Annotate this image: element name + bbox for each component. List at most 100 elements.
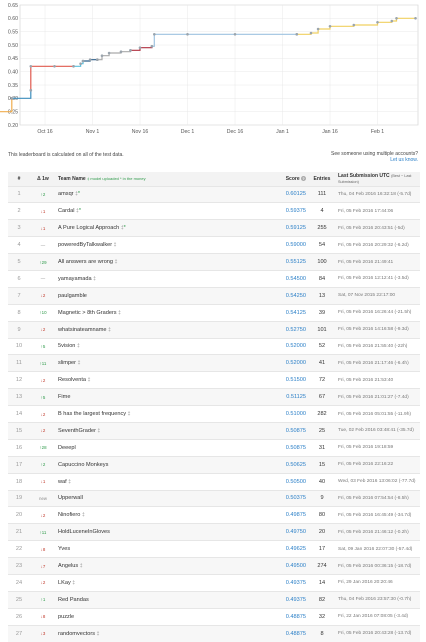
- entries-cell: 255: [308, 219, 336, 237]
- team-name-link[interactable]: paulgamble: [58, 293, 87, 299]
- team-name-link[interactable]: Resolventa: [58, 377, 86, 383]
- rank-change-cell: ↓1: [30, 202, 56, 220]
- submission-point: [186, 33, 189, 36]
- model-uploaded-mark: ‡: [93, 275, 96, 282]
- table-row: 15 ↓2 SeventhGrader ‡ 0.50875 25 Tue, 02 Feb …: [8, 421, 420, 440]
- rank-change-cell: ↓2: [30, 421, 56, 440]
- team-name-link[interactable]: LKay: [58, 580, 71, 586]
- team-name-link[interactable]: randomvectors: [58, 631, 95, 637]
- rank-change-cell: ↑28: [30, 438, 56, 457]
- rank-cell: 18: [8, 472, 30, 491]
- entries-cell: 72: [308, 371, 336, 389]
- table-row: 12 ↓2 Resolventa ‡ 0.51500 72 Fri, 05 Feb 201…: [8, 371, 420, 389]
- rank-change-cell: ↓2: [30, 286, 56, 305]
- rank-cell: 7: [8, 286, 30, 305]
- team-name-link[interactable]: slimper: [58, 360, 76, 366]
- team-name-link[interactable]: HoldLuceneInGloves: [58, 529, 110, 535]
- score-cell: 0.50875: [260, 421, 308, 440]
- rank-change-cell: ↓2: [30, 506, 56, 524]
- team-name-link[interactable]: Yves: [58, 546, 70, 552]
- team-cell: All answers are wrong ‡: [56, 253, 260, 271]
- rank-change-cell: ↑1: [30, 590, 56, 609]
- leaderboard-table: # Δ 1w Team Name ‡ model uploaded * in t…: [8, 172, 420, 642]
- team-name-link[interactable]: Capuccino Monkeys: [58, 462, 108, 468]
- entries-cell: 40: [308, 472, 336, 491]
- team-name-link[interactable]: amsqr: [58, 191, 74, 197]
- team-name-link[interactable]: SeventhGrader: [58, 428, 96, 434]
- team-name-link[interactable]: waf: [58, 479, 67, 485]
- submission-point: [119, 50, 123, 53]
- x-tick-label: Nov 16: [132, 129, 149, 135]
- rank-change-cell: ↓2: [30, 405, 56, 423]
- rank-cell: 2: [8, 202, 30, 220]
- team-name-link[interactable]: Fime: [58, 394, 70, 400]
- team-name-link[interactable]: Deeepl: [58, 445, 76, 451]
- rank-cell: 22: [8, 540, 30, 558]
- rank-change-cell: ↓2: [30, 371, 56, 389]
- info-icon[interactable]: ?: [301, 175, 306, 181]
- score-cell: 0.54250: [260, 286, 308, 305]
- last-submission-header[interactable]: Last Submission UTC (Best − Last Submiss…: [336, 172, 420, 186]
- submission-point: [53, 65, 56, 68]
- model-uploaded-mark: ‡: [113, 242, 117, 249]
- team-cell: yamayamada ‡: [56, 269, 260, 288]
- x-tick-label: Nov 1: [86, 129, 100, 135]
- team-name-link[interactable]: Ninofiero: [58, 512, 80, 518]
- leaderboard-header: # Δ 1w Team Name ‡ model uploaded * in t…: [8, 172, 420, 186]
- team-name-link[interactable]: whatsinateamname: [58, 327, 107, 333]
- entries-cell: 14: [308, 573, 336, 592]
- team-name-link[interactable]: Magnetic > 8th Graders: [58, 310, 117, 316]
- team-name-link[interactable]: Red Pandas: [58, 597, 89, 603]
- rank-header[interactable]: #: [8, 172, 30, 186]
- table-row: 23 ↓7 Angelus ‡ 0.49500 274 Fri, 05 Feb 2016 …: [8, 557, 420, 575]
- team-name-link[interactable]: Angelus: [58, 563, 78, 569]
- team-name-link[interactable]: B has the largest frequency: [58, 411, 126, 417]
- rank-change-cell: ↑11: [30, 523, 56, 541]
- score-header[interactable]: Score ?: [260, 172, 308, 186]
- rank-cell: 27: [8, 624, 30, 642]
- score-cell: 0.59000: [260, 236, 308, 254]
- team-name-link[interactable]: poweredByTalkwalker: [58, 242, 112, 248]
- team-cell: Angelus ‡: [56, 557, 260, 575]
- rank-change-cell: ↑10: [30, 303, 56, 322]
- team-name-link[interactable]: 5vision: [58, 343, 75, 349]
- table-row: 6— yamayamada ‡ 0.54500 84 Fri, 05 Feb 2016 …: [8, 269, 420, 288]
- team-name-link[interactable]: puzzle: [58, 614, 74, 620]
- rank-cell: 13: [8, 388, 30, 406]
- score-cell: 0.52000: [260, 354, 308, 372]
- team-cell: Resolventa ‡: [56, 371, 260, 389]
- model-uploaded-mark: ‡: [77, 360, 81, 367]
- let-us-know-link[interactable]: Let us know.: [331, 157, 418, 163]
- team-name-link[interactable]: A Pure Logical Approach: [58, 225, 119, 231]
- entries-cell: 100: [308, 253, 336, 271]
- team-cell: puzzle: [56, 607, 260, 626]
- team-header[interactable]: Team Name ‡ model uploaded * in the mone…: [56, 172, 260, 186]
- entries-cell: 9: [308, 489, 336, 507]
- model-uploaded-mark: ‡: [108, 326, 111, 333]
- entries-header[interactable]: Entries: [308, 172, 336, 186]
- rank-change-cell: new: [30, 489, 56, 507]
- model-uploaded-mark: ‡: [68, 478, 72, 485]
- last-submission-cell: Sat, 09 Jan 2016 22:07:30 (-57.4d): [336, 540, 420, 558]
- last-submission-cell: Fri, 22 Jan 2016 07:08:05 (-3.4d): [336, 607, 420, 626]
- team-name-link[interactable]: Cardal: [58, 208, 74, 214]
- delta-header[interactable]: Δ 1w: [30, 172, 56, 186]
- team-cell: whatsinateamname ‡: [56, 320, 260, 339]
- rank-change-cell: ↑5: [30, 337, 56, 355]
- entries-cell: 8: [308, 624, 336, 642]
- rank-change-cell: —: [30, 236, 56, 254]
- team-cell: Yves: [56, 540, 260, 558]
- last-submission-cell: Fri, 05 Feb 2016 21:46:12 (-0.2h): [336, 523, 420, 541]
- score-cell: 0.54500: [260, 269, 308, 288]
- score-cell: 0.50875: [260, 438, 308, 457]
- model-uploaded-mark: ‡: [114, 259, 118, 265]
- team-name-link[interactable]: yamayamada: [58, 276, 92, 282]
- team-cell: Cardal ‡*: [56, 202, 260, 220]
- last-submission-label: Last Submission UTC: [338, 172, 390, 179]
- team-name-link[interactable]: All answers are wrong: [58, 259, 113, 265]
- y-tick-label: 0.60: [8, 16, 18, 22]
- team-name-link[interactable]: Upperwall: [58, 495, 83, 501]
- last-submission-cell: Fri, 05 Feb 2016 07:54:54 (-8.5h): [336, 489, 420, 507]
- rank-change-cell: ↑29: [30, 253, 56, 271]
- y-tick-label: 0.20: [8, 123, 18, 129]
